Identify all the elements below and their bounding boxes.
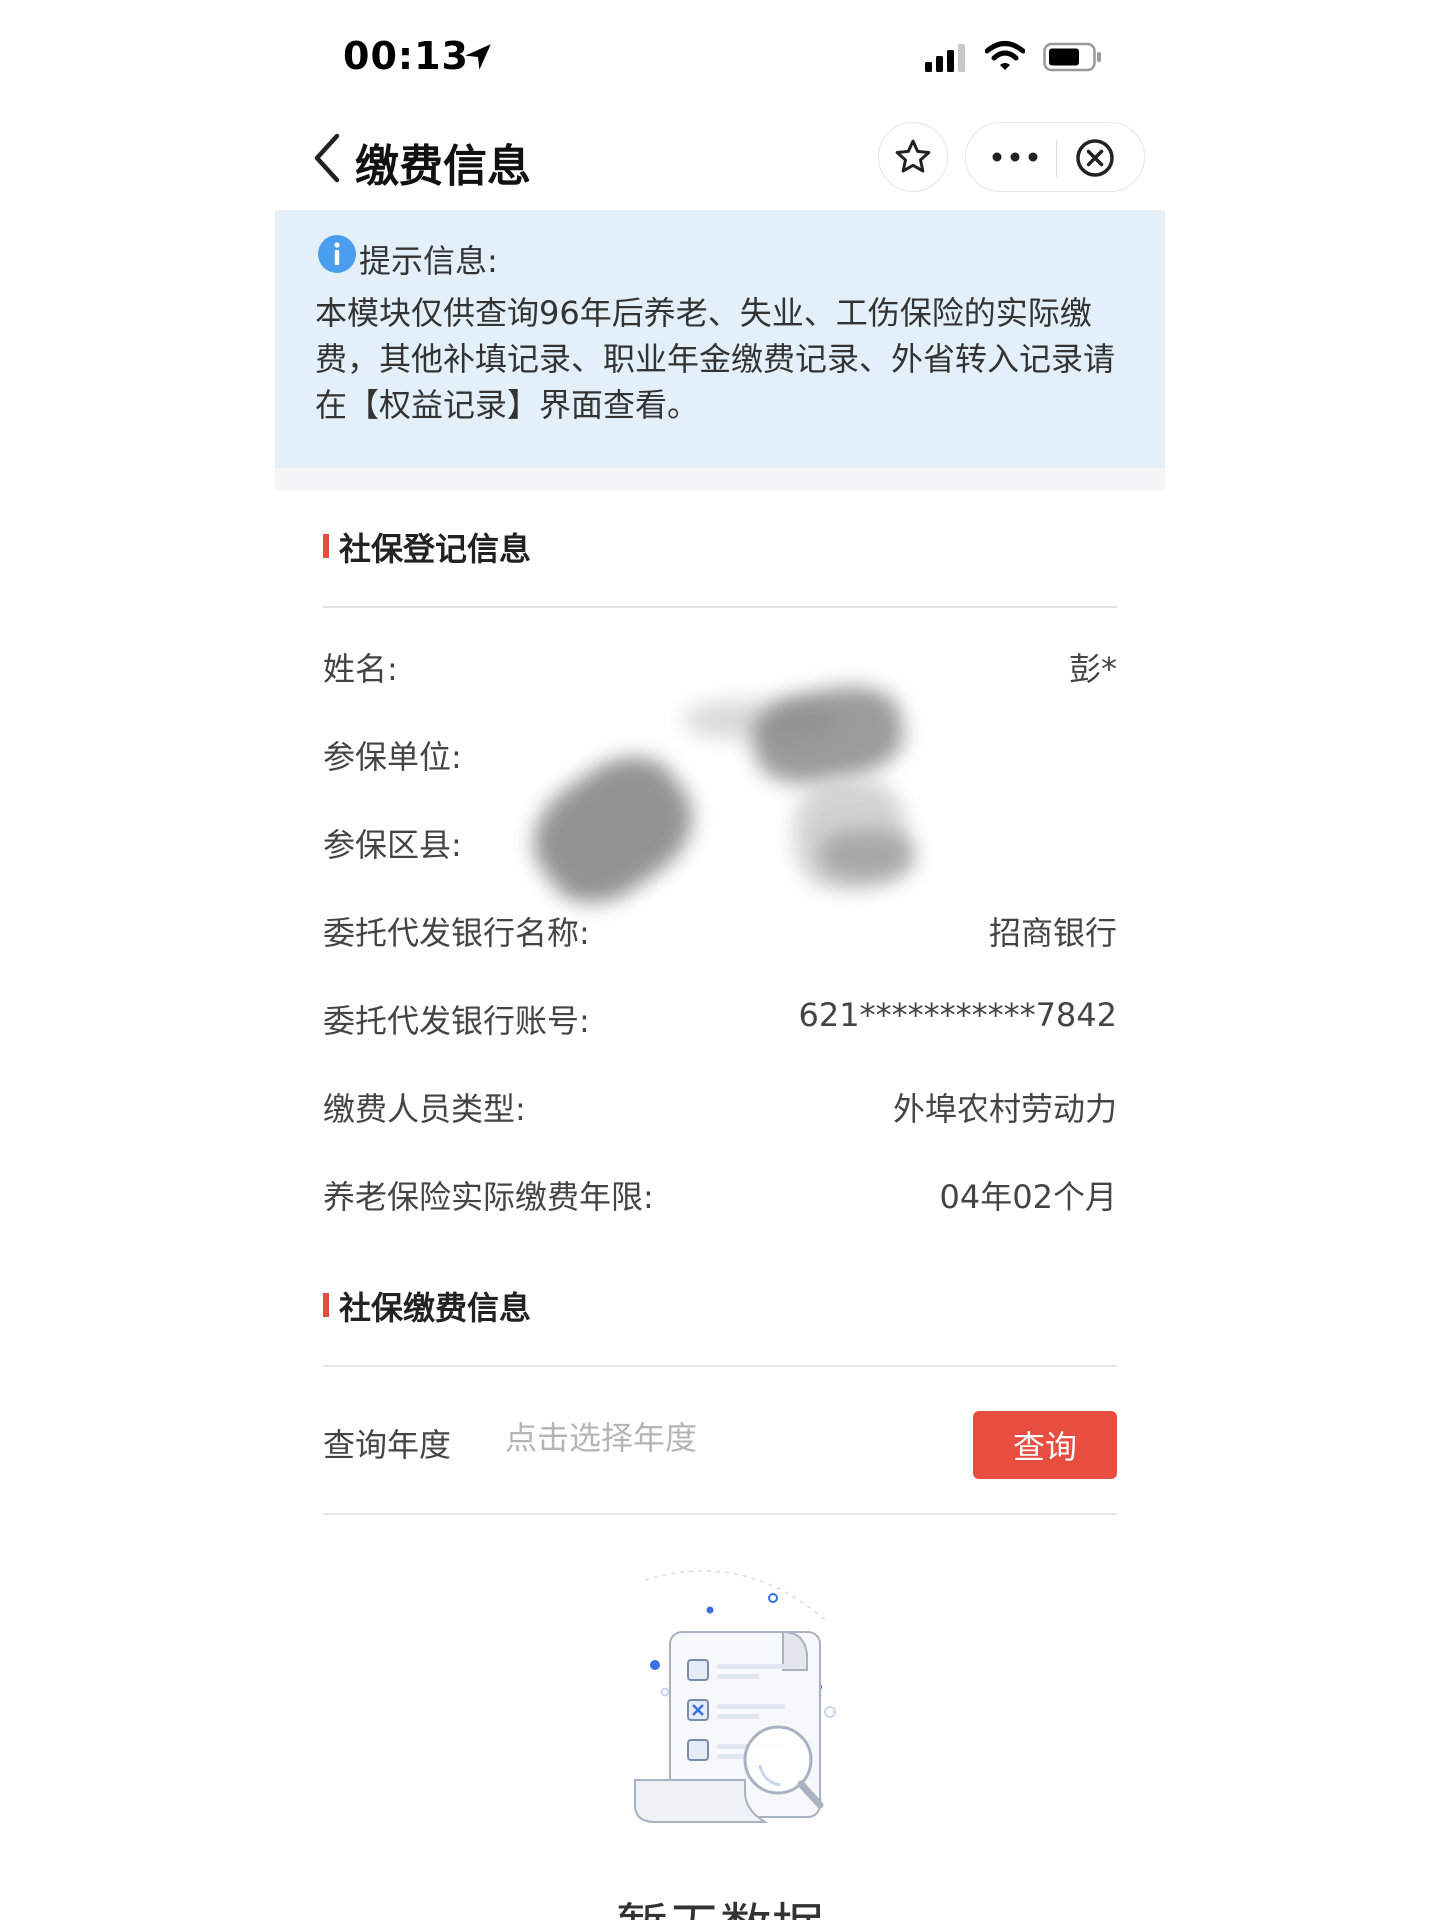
divider bbox=[323, 606, 1117, 608]
back-icon[interactable] bbox=[311, 132, 343, 184]
wifi-icon bbox=[985, 41, 1025, 70]
phone-screen: 00:13 缴费信息 提示信息: 本模块仅供查询96年后养老、失业、工伤保险的实… bbox=[275, 0, 1165, 1920]
info-value: 彭* bbox=[1068, 650, 1117, 688]
battery-icon bbox=[1043, 42, 1101, 72]
info-row-employer: 参保单位: bbox=[323, 732, 1117, 782]
section-title-payment: 社保缴费信息 bbox=[323, 1283, 531, 1329]
info-label: 参保区县: bbox=[323, 826, 462, 864]
status-time: 00:13 bbox=[343, 34, 469, 78]
location-arrow-icon bbox=[465, 44, 491, 70]
section-title-registration: 社保登记信息 bbox=[323, 524, 531, 570]
info-value: 621***********7842 bbox=[798, 996, 1117, 1034]
capsule-divider bbox=[1056, 139, 1057, 177]
info-icon bbox=[318, 235, 356, 273]
info-row-pension-years: 养老保险实际缴费年限: 04年02个月 bbox=[323, 1172, 1117, 1222]
info-row-name: 姓名: 彭* bbox=[323, 644, 1117, 694]
signal-icon bbox=[925, 44, 965, 72]
tip-text: 本模块仅供查询96年后养老、失业、工伤保险的实际缴费，其他补填记录、职业年金缴费… bbox=[315, 294, 1116, 424]
nav-bar: 缴费信息 bbox=[275, 110, 1165, 210]
tip-title: 提示信息: bbox=[359, 242, 498, 280]
page-title: 缴费信息 bbox=[355, 141, 531, 192]
info-label: 委托代发银行名称: bbox=[323, 914, 590, 952]
empty-document-search-icon bbox=[634, 1570, 836, 1823]
query-year-label: 查询年度 bbox=[323, 1426, 452, 1464]
status-bar: 00:13 bbox=[275, 0, 1165, 110]
info-label: 养老保险实际缴费年限: bbox=[323, 1178, 654, 1216]
info-row-bank-account: 委托代发银行账号: 621***********7842 bbox=[323, 996, 1117, 1046]
info-label: 姓名: bbox=[323, 650, 398, 688]
divider bbox=[323, 1365, 1117, 1367]
close-icon[interactable] bbox=[1074, 137, 1116, 179]
query-button[interactable]: 查询 bbox=[973, 1411, 1117, 1479]
info-value: 外埠农村劳动力 bbox=[892, 1090, 1117, 1128]
info-value: 招商银行 bbox=[988, 914, 1117, 952]
info-label: 缴费人员类型: bbox=[323, 1090, 526, 1128]
year-select-input[interactable] bbox=[505, 1410, 805, 1466]
tip-box: 提示信息: 本模块仅供查询96年后养老、失业、工伤保险的实际缴费，其他补填记录、… bbox=[275, 210, 1165, 468]
info-row-bank-name: 委托代发银行名称: 招商银行 bbox=[323, 908, 1117, 958]
info-value: 04年02个月 bbox=[939, 1178, 1117, 1216]
mini-program-capsule bbox=[965, 122, 1145, 192]
favorite-button[interactable] bbox=[878, 122, 948, 192]
star-icon bbox=[895, 139, 931, 173]
info-label: 参保单位: bbox=[323, 738, 462, 776]
section-gap bbox=[275, 468, 1165, 490]
info-row-district: 参保区县: bbox=[323, 820, 1117, 870]
divider bbox=[323, 1513, 1117, 1515]
info-label: 委托代发银行账号: bbox=[323, 1002, 590, 1040]
more-icon[interactable] bbox=[984, 137, 1046, 177]
empty-state-text: 暂无数据 bbox=[275, 1886, 1165, 1920]
info-row-payer-type: 缴费人员类型: 外埠农村劳动力 bbox=[323, 1084, 1117, 1134]
redaction-mark bbox=[820, 830, 915, 880]
